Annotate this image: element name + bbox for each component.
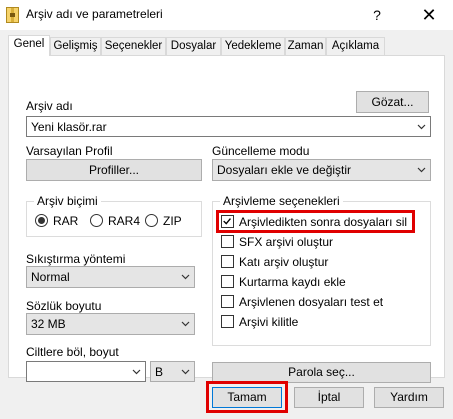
update-mode-label: Güncelleme modu [212, 144, 310, 158]
chevron-down-icon [181, 274, 190, 280]
chevron-down-icon [181, 369, 190, 375]
general-tab-panel: Arşiv adı Gözat... Yeni klasör.rar Varsa… [8, 55, 445, 383]
dictionary-combo[interactable]: 32 MB [26, 313, 195, 335]
tab-gelismis[interactable]: Gelişmiş [50, 37, 101, 55]
checkbox-test-label: Arşivlenen dosyaları test et [239, 295, 384, 309]
archive-name-value: Yeni klasör.rar [31, 120, 107, 134]
archive-format-group: Arşiv biçimi RAR RAR4 ZIP [26, 194, 202, 237]
split-label: Ciltlere böl, boyut [26, 345, 119, 359]
tab-zaman[interactable]: Zaman [285, 37, 326, 55]
archive-options-label: Arşivleme seçenekleri [220, 194, 343, 208]
radio-rar[interactable] [35, 214, 48, 227]
checkbox-sfx-label: SFX arşivi oluştur [239, 235, 334, 249]
browse-button[interactable]: Gözat... [356, 91, 429, 113]
title-bar: Arşiv adı ve parametreleri ? ✕ [0, 0, 453, 30]
checkbox-solid[interactable] [221, 255, 234, 268]
chevron-down-icon [181, 321, 190, 327]
winrar-app-icon [6, 7, 19, 23]
tab-aciklama[interactable]: Açıklama [326, 37, 385, 55]
update-mode-combo[interactable]: Dosyaları ekle ve değiştir [212, 159, 431, 181]
cancel-button[interactable]: İptal [294, 387, 364, 408]
profiles-button[interactable]: Profiller... [26, 159, 202, 181]
archive-name-label: Arşiv adı [26, 99, 73, 113]
tab-yedekleme[interactable]: Yedekleme [221, 37, 285, 55]
chevron-down-icon [417, 167, 426, 173]
chevron-down-icon [132, 369, 141, 375]
chevron-down-icon [417, 124, 426, 130]
split-unit-combo[interactable]: B [150, 361, 195, 382]
update-mode-value: Dosyaları ekle ve değiştir [217, 163, 352, 177]
set-password-button[interactable]: Parola seç... [212, 362, 431, 383]
radio-rar4[interactable] [90, 214, 103, 227]
radio-rar-label: RAR [53, 214, 79, 228]
compression-label: Sıkıştırma yöntemi [26, 252, 126, 266]
tab-dosyalar[interactable]: Dosyalar [166, 37, 221, 55]
radio-zip[interactable] [145, 214, 158, 227]
archive-options-group: Arşivleme seçenekleri Arşivledikten sonr… [212, 194, 431, 346]
checkbox-recovery[interactable] [221, 275, 234, 288]
split-size-combo[interactable] [26, 361, 146, 382]
radio-zip-label: ZIP [163, 214, 182, 228]
dialog-client-area: Genel Gelişmiş Seçenekler Dosyalar Yedek… [0, 30, 453, 419]
window-title: Arşiv adı ve parametreleri [26, 7, 163, 21]
radio-rar4-label: RAR4 [108, 214, 141, 228]
ok-button[interactable]: Tamam [212, 387, 282, 408]
checkbox-recovery-label: Kurtarma kaydı ekle [239, 275, 346, 289]
split-unit-value: B [155, 365, 164, 379]
help-title-button[interactable]: ? [362, 3, 392, 27]
checkbox-solid-label: Katı arşiv oluştur [239, 255, 329, 269]
delete-after-highlight [216, 210, 415, 233]
dictionary-value: 32 MB [31, 317, 66, 331]
archive-format-label: Arşiv biçimi [34, 194, 101, 208]
checkbox-sfx[interactable] [221, 235, 234, 248]
checkbox-lock[interactable] [221, 315, 234, 328]
compression-combo[interactable]: Normal [26, 266, 195, 288]
close-button[interactable]: ✕ [414, 3, 444, 27]
compression-value: Normal [31, 270, 70, 284]
default-profile-label: Varsayılan Profil [26, 144, 113, 158]
dictionary-label: Sözlük boyutu [26, 299, 102, 313]
checkbox-lock-label: Arşivi kilitle [239, 315, 299, 329]
checkbox-test[interactable] [221, 295, 234, 308]
tab-secenekler[interactable]: Seçenekler [101, 37, 166, 55]
help-button[interactable]: Yardım [374, 387, 444, 408]
archive-name-combo[interactable]: Yeni klasör.rar [26, 116, 431, 137]
tab-genel[interactable]: Genel [8, 35, 50, 56]
